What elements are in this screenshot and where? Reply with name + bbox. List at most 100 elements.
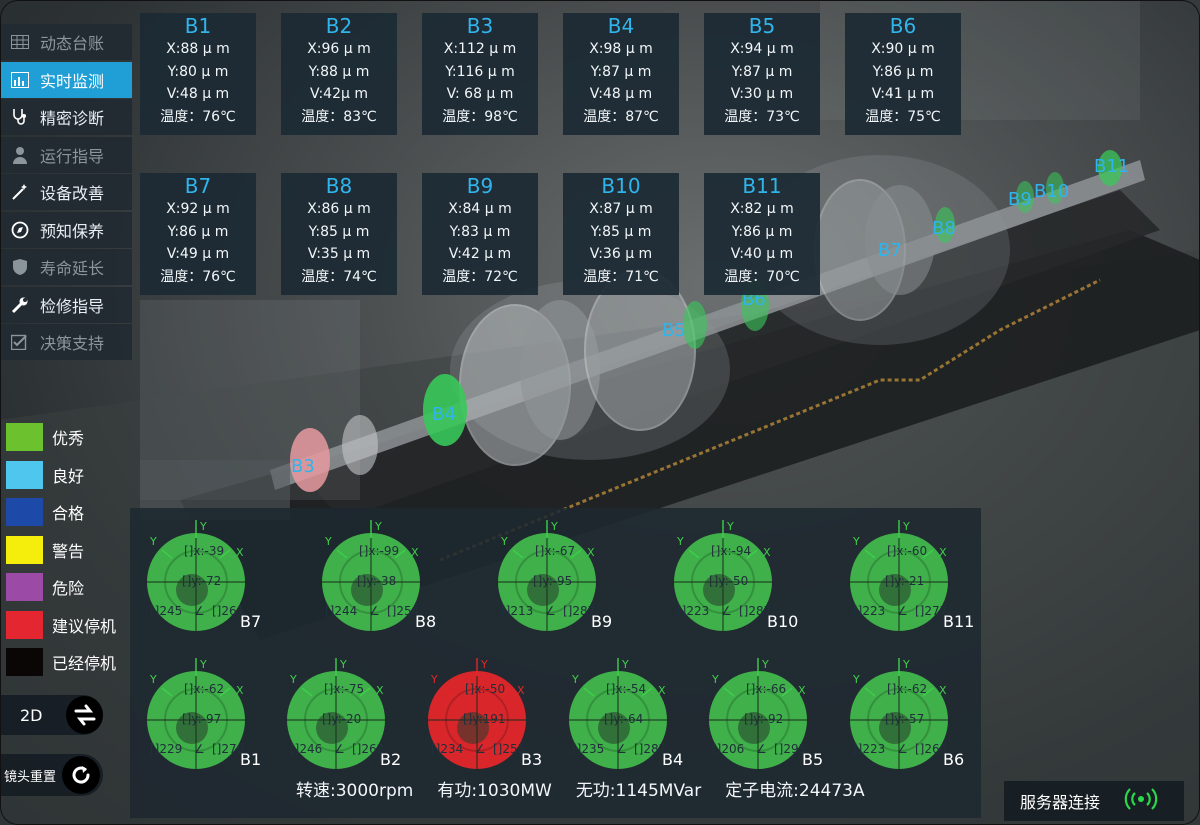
legend-swatch	[6, 535, 43, 564]
bearing-y-value: Y:80 μ m	[167, 63, 229, 80]
orbit-bearing-name: B10	[767, 612, 799, 631]
unit-status-bar: 转速:3000rpm 有功:1030MW 无功:1145MVar 定子电流:24…	[130, 765, 981, 811]
bearing-x-value: X:84 μ m	[448, 201, 512, 217]
sidebar-item-label: 预知保养	[40, 221, 105, 241]
axis-x-label: X	[376, 684, 384, 697]
orbit-x-value: []x:-75	[324, 682, 365, 696]
server-connection-status[interactable]: 服务器连接	[1004, 781, 1184, 821]
orbit-bearing-name: B11	[943, 612, 975, 631]
bearing-v-value: V:36 μ m	[589, 246, 653, 262]
scene-label-b5[interactable]: B5	[662, 320, 686, 341]
bearing-card-title: B10	[601, 174, 641, 198]
scene-label-b11[interactable]: B11	[1094, 156, 1129, 177]
orbit-y-value: []y:191	[463, 712, 506, 726]
compass-icon	[10, 221, 30, 239]
bearing-card-b10[interactable]: B10 X:87 μ m Y:85 μ m V:36 μ m 温度：71℃	[563, 173, 679, 295]
legend-label: 合格	[52, 504, 85, 523]
bearing-card-b9[interactable]: B9 X:84 μ m Y:83 μ m V:42 μ m 温度：72℃	[422, 173, 538, 295]
bearing-card-b7[interactable]: B7 X:92 μ m Y:86 μ m V:49 μ m 温度：76℃	[140, 173, 256, 295]
orbit-x-value: []x:-62	[887, 682, 928, 696]
scene-label-b9[interactable]: B9	[1008, 189, 1032, 210]
axis-x-label: X	[236, 684, 244, 697]
orbit-left-value: []213	[501, 604, 534, 618]
bearing-card-b8[interactable]: B8 X:86 μ m Y:85 μ m V:35 μ m 温度：74℃	[281, 173, 397, 295]
axis-y-label: Y	[501, 535, 508, 548]
bearing-v-value: V:40 μ m	[730, 246, 794, 262]
orbit-angle-symbol: ∠	[897, 742, 908, 756]
view-2d-toggle-button[interactable]: 2D	[0, 695, 103, 735]
orbit-plot-b4[interactable]: Y Y X []x:-54 []y:-64 []235 ∠ []287 B4	[566, 658, 696, 773]
bearing-card-b6[interactable]: B6 X:90 μ m Y:86 μ m V:41 μ m 温度：75℃	[845, 13, 961, 135]
axis-y-label: Y	[551, 520, 558, 533]
bearing-card-b5[interactable]: B5 X:94 μ m Y:87 μ m V:30 μ m 温度：73℃	[704, 13, 820, 135]
orbit-left-value: []223	[853, 604, 886, 618]
bearing-v-value: V:30 μ m	[730, 86, 794, 102]
orbit-plot-b5[interactable]: Y Y X []x:-66 []y:-92 []206 ∠ []295 B5	[706, 658, 836, 773]
scene-label-b10[interactable]: B10	[1034, 181, 1069, 202]
orbit-bearing-name: B7	[240, 612, 262, 631]
sidebar-item-realtime-monitor[interactable]: 实时监测	[0, 61, 132, 98]
bearing-x-value: X:98 μ m	[589, 41, 653, 57]
legend-label: 优秀	[52, 429, 85, 448]
sidebar-item-dynamic-ledger[interactable]: 动态台账	[0, 24, 132, 60]
shield-icon	[10, 258, 30, 276]
bearing-y-value: Y:85 μ m	[308, 223, 370, 240]
legend-label: 已经停机	[52, 654, 117, 673]
reset-camera-button[interactable]: 镜头重置	[0, 754, 103, 796]
sidebar-item-operation-guide[interactable]: 运行指导	[0, 136, 132, 173]
checkbox-icon	[10, 333, 30, 351]
bearing-card-b2[interactable]: B2 X:96 μ m Y:88 μ m V:42μ m 温度：83℃	[281, 13, 397, 135]
table-icon	[10, 33, 30, 51]
bearing-temperature: 温度：76℃	[160, 268, 236, 285]
sidebar-item-predictive-maintenance[interactable]: 预知保养	[0, 211, 132, 248]
status-legend: 优秀 良好 合格 警告 危险 建议停机 已经停机	[6, 423, 116, 686]
orbit-left-value: []245	[150, 604, 183, 618]
bearing-card-title: B4	[607, 14, 635, 38]
orbit-x-value: []x:-39	[184, 544, 225, 558]
orbit-x-value: []x:-99	[359, 544, 400, 558]
orbit-y-value: []y:-21	[885, 574, 925, 588]
bearing-card-title: B5	[748, 14, 776, 38]
sidebar-item-maintenance-guide[interactable]: 检修指导	[0, 286, 132, 323]
orbit-plot-b7[interactable]: Y Y X []x:-39 []y:-72 []245 ∠ []261 B7	[144, 520, 274, 635]
bearing-y-value: Y:86 μ m	[731, 223, 793, 240]
orbit-x-value: []x:-94	[711, 544, 752, 558]
reset-camera-label: 镜头重置	[4, 769, 57, 785]
scene-label-b7[interactable]: B7	[878, 240, 902, 261]
sidebar-item-label: 检修指导	[40, 296, 105, 316]
scene-label-b3[interactable]: B3	[291, 456, 315, 477]
scene-label-b8[interactable]: B8	[932, 218, 956, 239]
bearing-v-value: V:49 μ m	[166, 246, 230, 262]
user-icon	[10, 146, 30, 164]
bearing-card-b4[interactable]: B4 X:98 μ m Y:87 μ m V:48 μ m 温度：87℃	[563, 13, 679, 135]
orbit-left-value: []229	[150, 742, 183, 756]
bearing-card-b3[interactable]: B3 X:112 μ m Y:116 μ m V: 68 μ m 温度：98℃	[422, 13, 538, 135]
orbit-plot-b3[interactable]: Y Y X []x:-50 []y:191 []234 ∠ []255 B3	[425, 658, 555, 773]
axis-x-label: X	[658, 684, 666, 697]
orbit-angle-symbol: ∠	[545, 604, 556, 618]
bearing-temperature: 温度：83℃	[301, 108, 377, 125]
orbit-plot-b9[interactable]: Y Y X []x:-67 []y:-95 []213 ∠ []287 B9	[495, 520, 625, 635]
bearing-card-title: B2	[325, 14, 353, 38]
orbit-plot-b2[interactable]: Y Y X []x:-75 []y:-20 []246 ∠ []262 B2	[284, 658, 414, 773]
bearing-card-b11[interactable]: B11 X:82 μ m Y:86 μ m V:40 μ m 温度：70℃	[704, 173, 820, 295]
orbit-left-value: []223	[677, 604, 710, 618]
orbit-angle-symbol: ∠	[475, 742, 486, 756]
axis-y-label: Y	[340, 658, 347, 671]
orbit-plot-b1[interactable]: Y Y X []x:-62 []y:-97 []229 ∠ []270 B1	[144, 658, 274, 773]
bearing-card-title: B8	[325, 174, 353, 198]
legend-item-suggest-shutdown: 建议停机	[6, 610, 116, 639]
sidebar-item-precision-diagnosis[interactable]: 精密诊断	[0, 99, 132, 135]
orbit-plot-b6[interactable]: Y Y X []x:-62 []y:-57 []223 ∠ []260 B6	[847, 658, 977, 773]
bearing-card-b1[interactable]: B1 X:88 μ m Y:80 μ m V:48 μ m 温度：76℃	[140, 13, 256, 135]
orbit-plot-b10[interactable]: Y Y X []x:-94 []y:-50 []223 ∠ []287 B10	[671, 520, 801, 635]
sidebar-item-equipment-improvement[interactable]: 设备改善	[0, 174, 132, 210]
sidebar-item-life-extension[interactable]: 寿命延长	[0, 249, 132, 285]
bearing-v-value: V:42μ m	[310, 86, 368, 102]
orbit-left-value: []234	[431, 742, 464, 756]
axis-y-label: Y	[431, 673, 438, 686]
orbit-plot-b11[interactable]: Y Y X []x:-60 []y:-21 []223 ∠ []277 B11	[847, 520, 977, 635]
orbit-plot-b8[interactable]: Y Y X []x:-99 []y:-38 []244 ∠ []254 B8	[319, 520, 449, 635]
scene-label-b4[interactable]: B4	[432, 404, 456, 425]
sidebar-item-decision-support[interactable]: 决策支持	[0, 324, 132, 360]
